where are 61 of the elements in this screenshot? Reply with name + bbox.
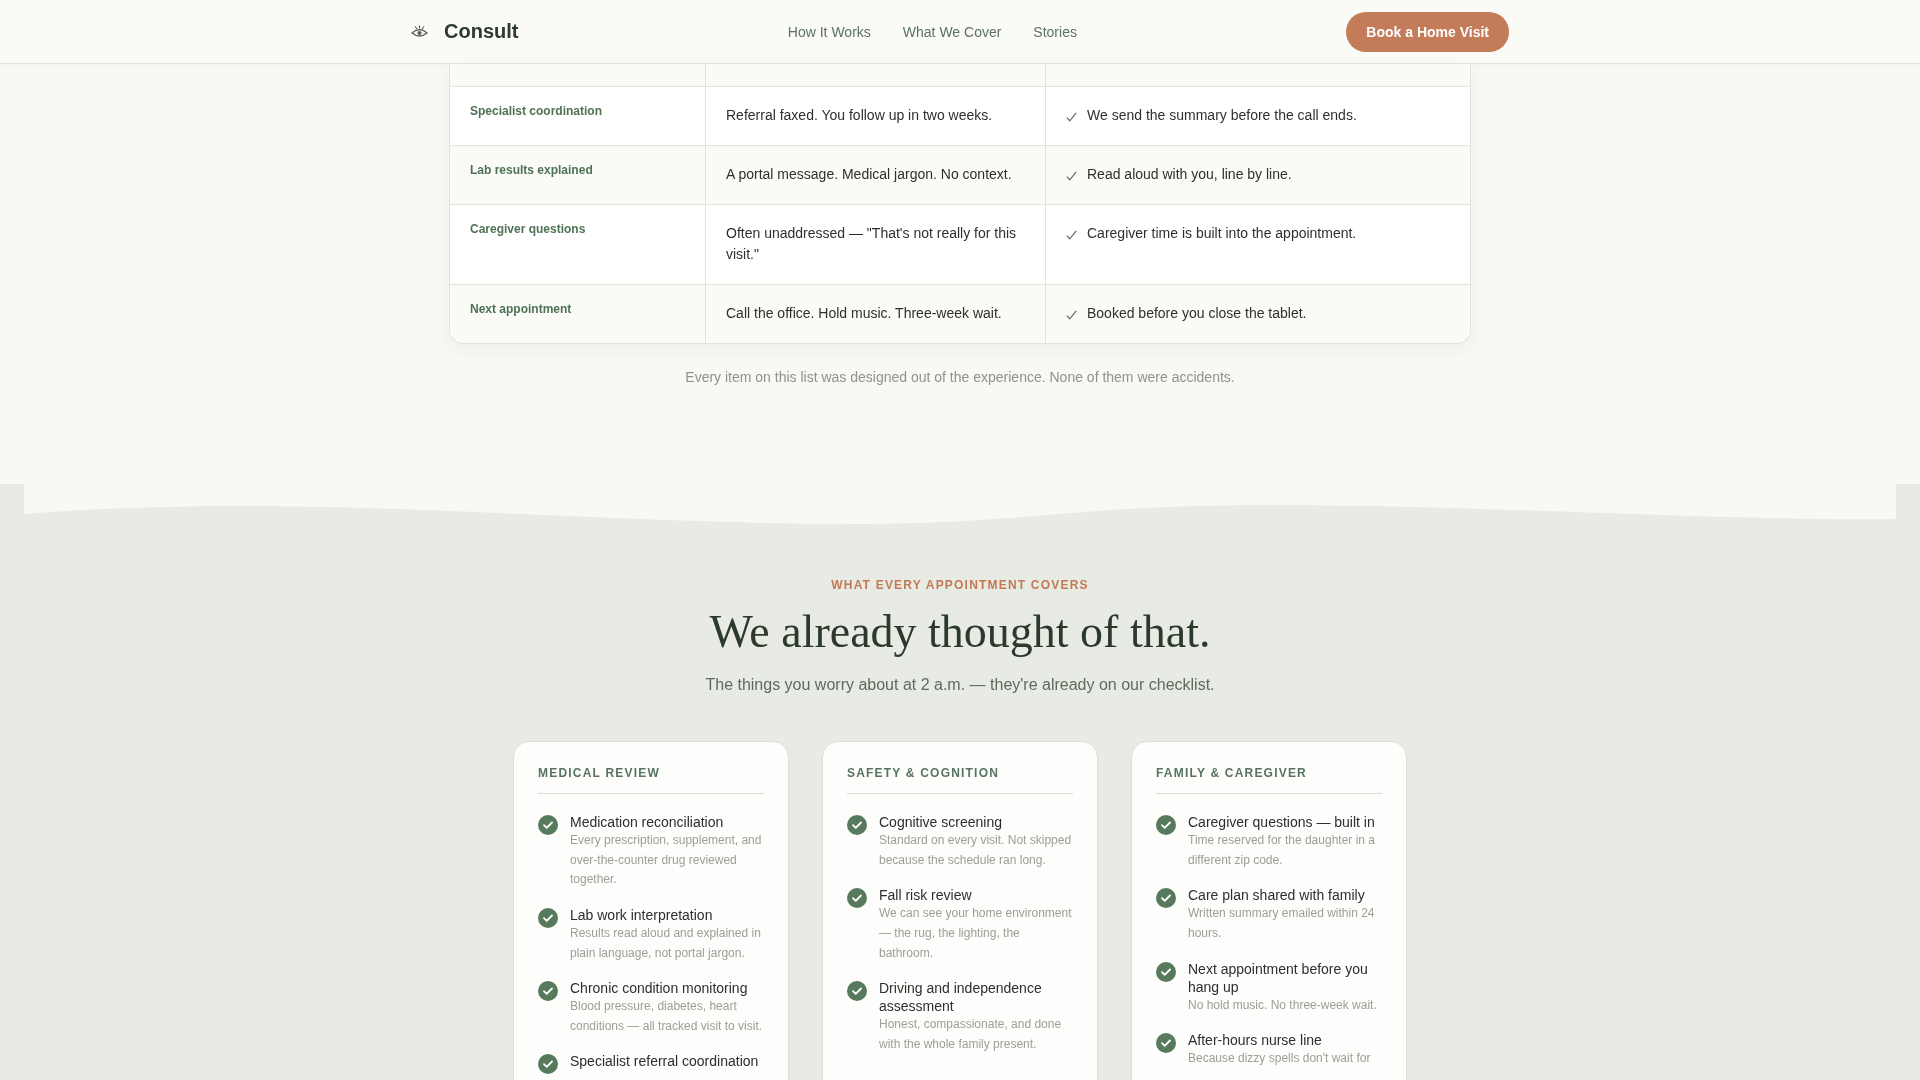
item-description: Because dizzy spells don't wait for <box>1188 1050 1372 1068</box>
check-circle-icon <box>1156 1033 1176 1054</box>
table-footnote: Every item on this list was designed out of the experience. None of them were accidents. <box>684 368 1236 387</box>
item-title: Medication reconciliation <box>570 813 725 832</box>
check-icon <box>1066 310 1077 320</box>
item-title: Caregiver questions — built in <box>1188 813 1376 832</box>
check-circle-icon <box>538 1054 558 1075</box>
item-title: Cognitive screening <box>879 813 1003 832</box>
item-title: Lab work interpretation <box>570 905 714 924</box>
item-description: Time reserved for the daughter in a different zip code. <box>1188 832 1376 869</box>
item-description: Honest, compassionate, and done with the whole family present. <box>879 1016 1063 1053</box>
item-title: Next appointment before you hang up <box>1188 959 1369 996</box>
check-icon <box>1066 112 1077 122</box>
table-cell: Call the office. Hold music. Three-week wait. <box>705 285 1045 343</box>
item-description: Blood pressure, diabetes, heart conditions — all tracked visit to visit. <box>570 998 764 1035</box>
check-circle-icon <box>847 888 867 909</box>
table-cell: Referral faxed. You follow up in two weeks. <box>705 87 1045 145</box>
item-title: Care plan shared with family <box>1188 886 1366 905</box>
check-circle-icon <box>538 815 558 836</box>
section-eyebrow: WHAT EVERY APPOINTMENT COVERS <box>830 577 1090 593</box>
nav-link[interactable]: Stories <box>1033 23 1077 40</box>
check-icon <box>1066 171 1077 181</box>
item-description: We can see your home environment — the rug, the lighting, the bathroom. <box>879 905 1073 962</box>
item-title: After-hours nurse line <box>1188 1031 1323 1050</box>
card-title: SAFETY & COGNITION <box>847 765 1001 782</box>
section-subtitle: The things you worry about at 2 a.m. — they're already on our checklist. <box>704 675 1216 696</box>
item-description: Written summary emailed within 24 hours. <box>1188 905 1376 942</box>
book-visit-button[interactable]: Book a Home Visit <box>1346 11 1509 52</box>
check-circle-icon <box>1156 888 1176 909</box>
cell-text: We send the summary before the call ends. <box>1087 106 1357 125</box>
check-circle-icon <box>1156 815 1176 836</box>
table-cell-text: Next appointment <box>469 301 573 318</box>
check-circle-icon <box>1156 961 1176 982</box>
section-heading: We already thought of that. <box>708 605 1212 659</box>
table-cell-text: Lab results explained <box>469 162 594 179</box>
table-cell-text: Specialist coordination <box>469 103 604 120</box>
nav-link[interactable]: What We Cover <box>902 23 1002 40</box>
item-title: Chronic condition monitoring <box>570 979 749 998</box>
cell-text: Caregiver time is built into the appointment. <box>1087 224 1357 243</box>
item-title: Fall risk review <box>879 886 973 905</box>
check-circle-icon <box>847 981 867 1002</box>
item-title: Driving and independence assessment <box>879 979 1043 1016</box>
table-cell: Often unaddressed — "That's not really for this visit." <box>705 205 1045 284</box>
check-circle-icon <box>847 815 867 836</box>
item-description: Standard on every visit. Not skipped because the schedule ran long. <box>879 832 1073 869</box>
card-title: MEDICAL REVIEW <box>538 765 661 782</box>
logo-icon <box>411 24 428 39</box>
item-description: Results read aloud and explained in plain language, not portal jargon. <box>570 924 762 962</box>
check-circle-icon <box>538 907 558 928</box>
table-cell-text: Caregiver questions <box>469 221 587 238</box>
cell-text: Booked before you close the tablet. <box>1087 304 1307 323</box>
item-title: Specialist referral coordination <box>570 1052 760 1071</box>
table-cell: A portal message. Medical jargon. No context. <box>705 146 1045 204</box>
check-icon <box>1066 230 1077 240</box>
item-description: No hold music. No three-week wait. <box>1188 996 1378 1014</box>
nav-link[interactable]: How It Works <box>787 23 871 40</box>
check-circle-icon <box>538 981 558 1002</box>
item-description: Every prescription, supplement, and over-the-counter drug reviewed together. <box>570 832 763 889</box>
brand-name[interactable]: Consult <box>444 20 519 43</box>
card-title: FAMILY & CAREGIVER <box>1156 765 1308 782</box>
cell-text: Read aloud with you, line by line. <box>1087 165 1292 184</box>
